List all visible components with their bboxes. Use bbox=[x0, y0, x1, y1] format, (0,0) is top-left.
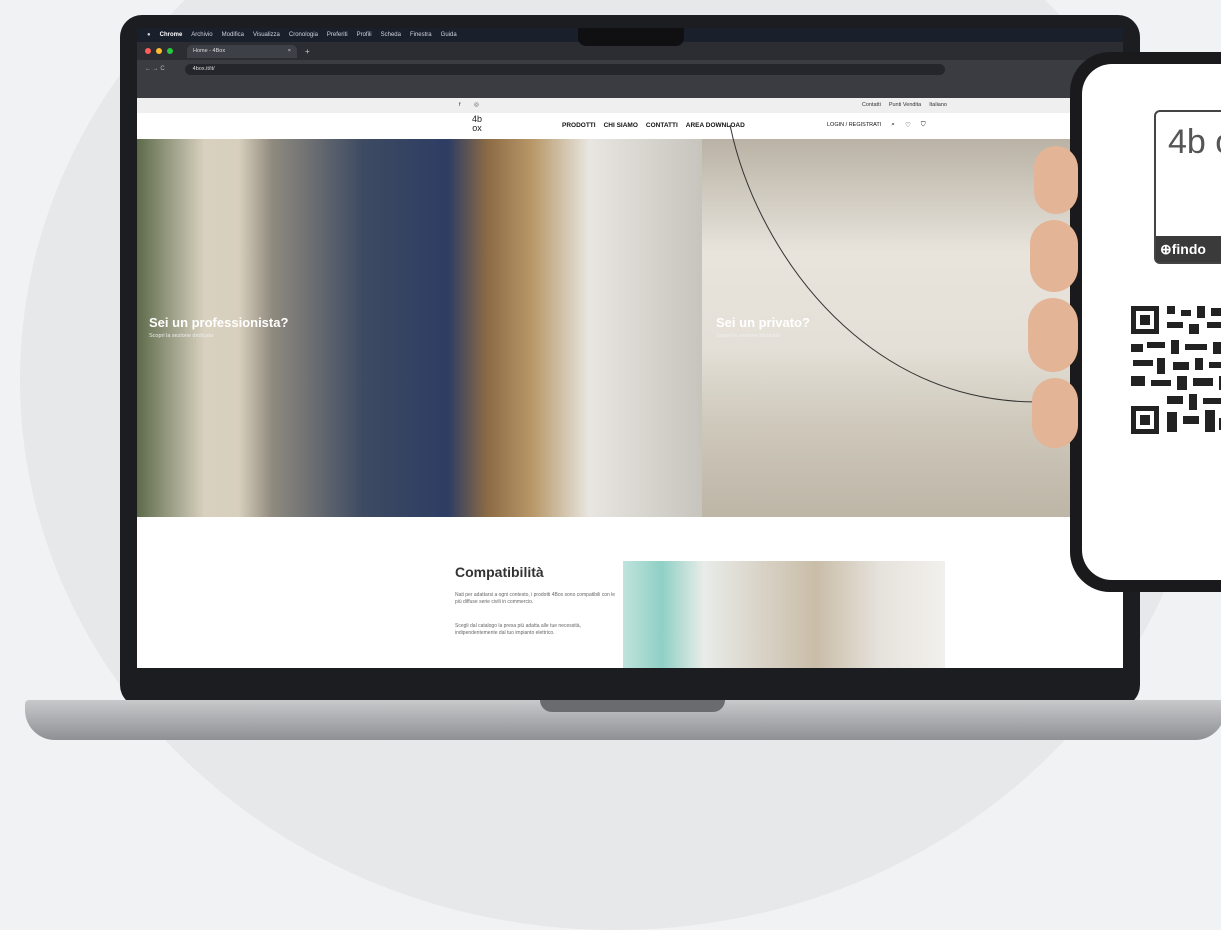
tab-close-icon[interactable]: × bbox=[288, 48, 291, 54]
hero-left-subtitle: Scopri la sezione dedicata bbox=[149, 333, 214, 339]
language-select[interactable]: Italiano bbox=[929, 102, 947, 108]
compat-paragraph-2: Scegli dal catalogo la presa più adatta … bbox=[455, 623, 581, 636]
menubar-item-visualizza[interactable]: Visualizza bbox=[253, 32, 280, 38]
link-punti-vendita[interactable]: Punti Vendita bbox=[889, 102, 921, 108]
brand-logo-box: 4b ox ⊕ findo bbox=[1154, 110, 1221, 264]
site-top-strip: f ◎ Contatti Punti Vendita Italiano bbox=[137, 98, 1123, 113]
hero-left-title: Sei un professionista? bbox=[149, 315, 289, 330]
compat-section: Compatibilità Nati per adattarsi a ogni … bbox=[137, 517, 1123, 668]
close-window-button[interactable] bbox=[145, 48, 151, 54]
compat-title: Compatibilità bbox=[455, 564, 544, 580]
brand-name: findo bbox=[1171, 241, 1206, 257]
tab-home[interactable]: Home - 4Box × bbox=[187, 44, 297, 58]
address-bar[interactable]: 4box.it/it/ bbox=[184, 63, 945, 75]
menubar-app[interactable]: Chrome bbox=[160, 32, 183, 38]
menubar-item-modifica[interactable]: Modifica bbox=[222, 32, 244, 38]
menubar-item-profili[interactable]: Profili bbox=[357, 32, 372, 38]
window-controls bbox=[145, 48, 173, 54]
tab-title: Home - 4Box bbox=[193, 48, 226, 54]
browser-chrome-spacer bbox=[137, 78, 1123, 98]
camera-notch bbox=[578, 28, 684, 46]
menubar-item-scheda[interactable]: Scheda bbox=[381, 32, 401, 38]
menubar-item-finestra[interactable]: Finestra bbox=[410, 32, 432, 38]
brand-logo: 4b ox bbox=[1168, 123, 1221, 161]
finger-3 bbox=[1028, 298, 1078, 372]
nav-contatti[interactable]: CONTATTI bbox=[646, 122, 678, 129]
laptop-hinge bbox=[540, 700, 725, 712]
social-icons[interactable]: f ◎ bbox=[459, 102, 485, 108]
maximize-window-button[interactable] bbox=[167, 48, 173, 54]
finger-1 bbox=[1034, 146, 1078, 214]
nav-arrows-icon[interactable]: ← → C bbox=[145, 66, 165, 72]
menubar-item-preferiti[interactable]: Preferiti bbox=[327, 32, 348, 38]
brand-symbol-icon: ⊕ bbox=[1160, 240, 1172, 257]
url-text: 4box.it/it/ bbox=[192, 66, 215, 72]
nav-chi-siamo[interactable]: CHI SIAMO bbox=[604, 122, 638, 129]
qr-code-icon bbox=[1127, 302, 1221, 442]
top-links: Contatti Punti Vendita Italiano bbox=[862, 102, 947, 108]
link-contatti[interactable]: Contatti bbox=[862, 102, 881, 108]
menubar-item-guida[interactable]: Guida bbox=[441, 32, 457, 38]
finger-2 bbox=[1030, 220, 1078, 292]
compat-image bbox=[623, 561, 945, 668]
browser-toolbar: ← → C 4box.it/it/ bbox=[137, 60, 1123, 78]
new-tab-button[interactable]: + bbox=[305, 47, 310, 56]
site-logo[interactable]: 4b ox bbox=[469, 115, 485, 133]
finger-4 bbox=[1032, 378, 1078, 448]
hero-professional[interactable]: Sei un professionista? Scopri la sezione… bbox=[137, 139, 702, 517]
menubar-item-cronologia[interactable]: Cronologia bbox=[289, 32, 318, 38]
brand-band: ⊕ findo bbox=[1156, 236, 1221, 262]
compat-paragraph-1: Nati per adattarsi a ogni contesto, i pr… bbox=[455, 592, 616, 605]
apple-icon[interactable]: ● bbox=[147, 32, 151, 38]
minimize-window-button[interactable] bbox=[156, 48, 162, 54]
menubar-item-archivio[interactable]: Archivio bbox=[191, 32, 212, 38]
nav-prodotti[interactable]: PRODOTTI bbox=[562, 122, 596, 129]
